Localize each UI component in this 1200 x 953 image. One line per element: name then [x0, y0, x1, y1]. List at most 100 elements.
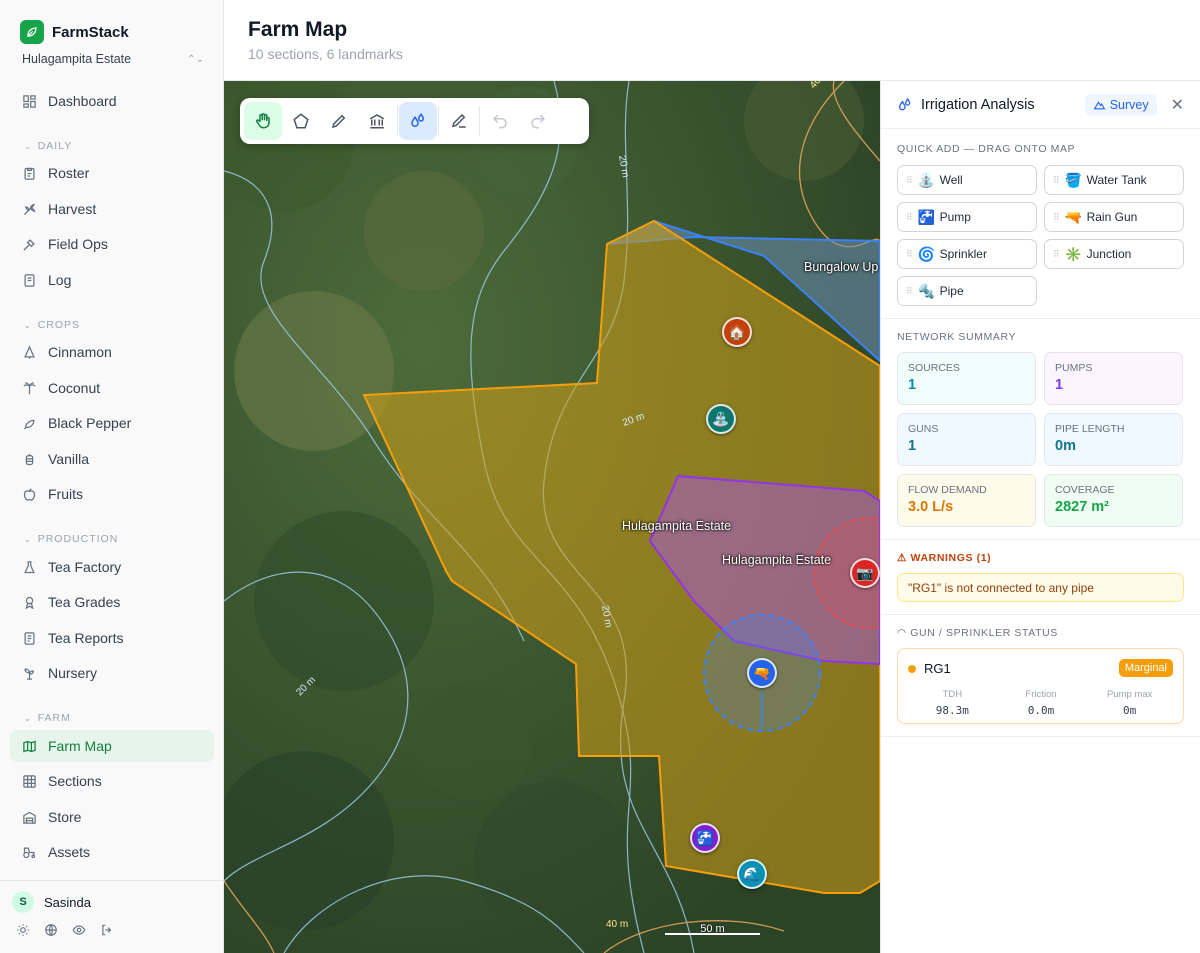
page-subtitle: 10 sections, 6 landmarks [248, 46, 403, 62]
summary-title: NETWORK SUMMARY [897, 331, 1017, 343]
quick-add-water-tank[interactable]: ⠿ 🪣 Water Tank [1044, 165, 1184, 195]
nav-harvest[interactable]: Harvest [10, 193, 214, 225]
quick-add-junction[interactable]: ⠿ ✳️ Junction [1044, 239, 1184, 269]
asterisk-icon: ✳️ [1064, 245, 1083, 262]
nav-dashboard[interactable]: Dashboard [10, 85, 214, 117]
quick-add-pump[interactable]: ⠿ 🚰 Pump [897, 202, 1037, 232]
landmark-tool[interactable] [358, 102, 396, 140]
stat-label: PIPE LENGTH [1055, 423, 1125, 435]
toolbar-divider [479, 106, 480, 136]
survey-button[interactable]: Survey [1084, 93, 1157, 116]
warnings-title: ⚠ WARNINGS (1) [897, 552, 1184, 564]
apple-icon [23, 487, 36, 501]
nav-log[interactable]: Log [10, 264, 214, 296]
estate-name: Hulagampita Estate [22, 52, 132, 66]
quick-add-well[interactable]: ⠿ ⛲ Well [897, 165, 1037, 195]
chevron-updown-icon: ⌃⌄ [187, 53, 204, 65]
chevron-down-icon: ⌄ [24, 534, 32, 544]
sun-icon[interactable] [16, 923, 30, 937]
nav-label: Field Ops [48, 236, 108, 252]
well-marker[interactable]: ⛲ [706, 404, 736, 434]
section-label: CROPS [37, 319, 81, 331]
estate-switcher[interactable]: Hulagampita Estate ⌃⌄ [22, 52, 204, 66]
warning-item[interactable]: "RG1" is not connected to any pipe [897, 573, 1184, 602]
stat-sources: SOURCES 1 [897, 352, 1036, 405]
nav-field-ops[interactable]: Field Ops [10, 228, 214, 260]
nav-tea-grades[interactable]: Tea Grades [10, 586, 214, 618]
nav-tea-reports[interactable]: Tea Reports [10, 622, 214, 654]
section-label: FARM [37, 712, 71, 724]
hand-icon [255, 113, 270, 129]
house-marker[interactable]: 🏠 [722, 317, 752, 347]
section-crops[interactable]: ⌄ CROPS [24, 319, 80, 331]
palm-icon [23, 381, 36, 394]
nav-label: Harvest [48, 201, 97, 217]
nav-tea-factory[interactable]: Tea Factory [10, 551, 214, 583]
quick-add-section: QUICK ADD — DRAG ONTO MAP ⠿ ⛲ Well ⠿ 🪣 Water… [881, 129, 1200, 319]
nav-assets[interactable]: Assets [10, 836, 214, 868]
gun-metrics: TDH 98.3m Friction 0.0m Pump max 0m [908, 689, 1174, 717]
logout-icon[interactable] [100, 923, 114, 937]
stat-value: 1 [908, 377, 917, 393]
section-production[interactable]: ⌄ PRODUCTION [24, 533, 118, 545]
status-dot [908, 664, 916, 673]
nav-label: Dashboard [48, 93, 117, 109]
nav-coconut[interactable]: Coconut [10, 372, 214, 404]
pan-tool[interactable] [244, 102, 282, 140]
nav-black-pepper[interactable]: Black Pepper [10, 407, 214, 439]
nav-label: Sections [48, 773, 102, 789]
metric-label: TDH [942, 689, 963, 700]
nav-vanilla[interactable]: Vanilla [10, 443, 214, 475]
user-profile[interactable]: S Sasinda [12, 891, 212, 913]
quick-add-grid: ⠿ ⛲ Well ⠿ 🪣 Water Tank ⠿ 🚰 Pump ⠿ 🔫 Rain Gun ⠿ 🌀… [897, 165, 1184, 306]
brand[interactable]: FarmStack [20, 20, 129, 44]
redo-icon [531, 114, 546, 129]
quick-add-rain-gun[interactable]: ⠿ 🔫 Rain Gun [1044, 202, 1184, 232]
undo-button[interactable] [481, 102, 519, 140]
water-source-marker[interactable]: 🌊 [737, 859, 767, 889]
nav-label: Farm Map [48, 738, 112, 754]
section-daily[interactable]: ⌄ DAILY [24, 140, 72, 152]
quick-add-label: Water Tank [1086, 173, 1147, 187]
camera-marker[interactable]: 📷 [850, 558, 880, 588]
draw-tool[interactable] [320, 102, 358, 140]
nav-label: Fruits [48, 486, 83, 502]
nav-fruits[interactable]: Fruits [10, 478, 214, 510]
globe-icon[interactable] [44, 923, 58, 937]
section-label: PRODUCTION [37, 533, 119, 545]
stat-value: 1 [1055, 377, 1064, 393]
stat-label: PUMPS [1055, 362, 1093, 374]
nav-nursery[interactable]: Nursery [10, 657, 214, 689]
close-icon[interactable]: ✕ [1171, 95, 1184, 115]
nav-roster[interactable]: Roster [10, 157, 214, 189]
polygon-tool[interactable] [282, 102, 320, 140]
gun-status-card[interactable]: RG1 Marginal TDH 98.3m Friction 0.0m Pump … [897, 648, 1184, 724]
drag-handle-icon: ⠿ [1053, 211, 1060, 222]
nav-farm-map[interactable]: Farm Map [10, 730, 214, 762]
quick-add-label: Sprinkler [939, 247, 987, 261]
gun-status-section: ◠ GUN / SPRINKLER STATUS RG1 Marginal TD… [881, 615, 1200, 737]
app-name: FarmStack [52, 23, 129, 41]
user-name: Sasinda [44, 894, 91, 910]
map-canvas[interactable]: 20 m 20 m 20 m 20 m 40 m 40 m [224, 81, 880, 953]
toolbar-divider [438, 106, 439, 136]
nav-sections[interactable]: Sections [10, 765, 214, 797]
section-label-estate[interactable]: Hulagampita Estate [622, 519, 731, 533]
stat-label: GUNS [908, 423, 939, 435]
farm-map[interactable]: 20 m 20 m 20 m 20 m 40 m 40 m [224, 81, 880, 953]
annotate-tool[interactable] [440, 102, 478, 140]
rain-gun-marker[interactable]: 🔫 [747, 658, 777, 688]
nav-cinnamon[interactable]: Cinnamon [10, 336, 214, 368]
nav-store[interactable]: Store [10, 801, 214, 833]
section-label-purple[interactable]: Hulagampita Estate [722, 553, 831, 567]
redo-button[interactable] [519, 102, 557, 140]
irrigation-tool[interactable] [399, 102, 437, 140]
section-label-bungalow[interactable]: Bungalow Up [804, 260, 878, 274]
map-toolbar [240, 98, 589, 144]
eye-icon[interactable] [72, 923, 86, 937]
quick-add-pipe[interactable]: ⠿ 🔩 Pipe [897, 276, 1037, 306]
quick-add-sprinkler[interactable]: ⠿ 🌀 Sprinkler [897, 239, 1037, 269]
section-farm[interactable]: ⌄ FARM [24, 712, 71, 724]
stat-value: 3.0 L/s [908, 499, 954, 515]
pump-marker[interactable]: 🚰 [690, 823, 720, 853]
